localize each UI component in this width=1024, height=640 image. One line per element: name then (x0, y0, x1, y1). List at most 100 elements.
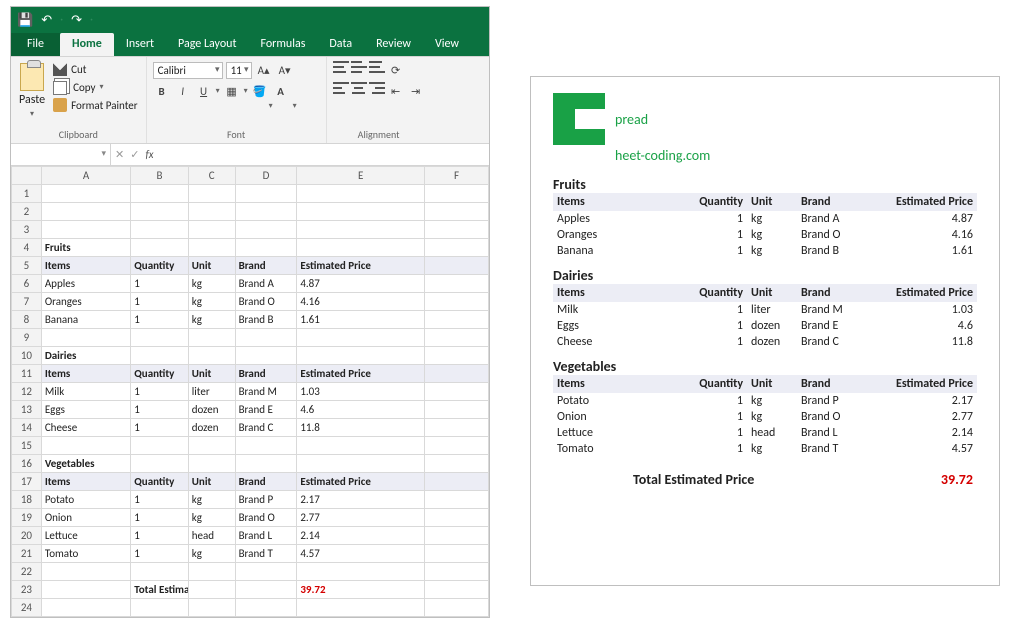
cell[interactable] (425, 509, 489, 527)
cell[interactable]: Estimated Price (297, 257, 425, 275)
row-header[interactable]: 4 (12, 239, 42, 257)
row-header[interactable]: 22 (12, 563, 42, 581)
cell[interactable]: Apples (41, 275, 130, 293)
cell[interactable] (131, 239, 188, 257)
cell[interactable]: Fruits (41, 239, 130, 257)
cell[interactable] (425, 491, 489, 509)
row-header[interactable]: 24 (12, 599, 42, 617)
cell[interactable] (425, 563, 489, 581)
cell[interactable]: 1 (131, 383, 188, 401)
cut-button[interactable]: Cut (51, 61, 139, 77)
cell[interactable] (235, 239, 297, 257)
cell[interactable] (188, 437, 235, 455)
row-header[interactable]: 11 (12, 365, 42, 383)
row-header[interactable]: 20 (12, 527, 42, 545)
cell[interactable]: Brand (235, 365, 297, 383)
cell[interactable] (131, 347, 188, 365)
cell[interactable]: Brand L (235, 527, 297, 545)
cell[interactable] (131, 563, 188, 581)
cell[interactable]: 1 (131, 509, 188, 527)
fx-icon[interactable]: fx (145, 148, 153, 161)
cell[interactable]: 1 (131, 401, 188, 419)
bold-button[interactable]: B (153, 82, 171, 100)
cell[interactable]: Unit (188, 257, 235, 275)
cell[interactable]: 2.14 (297, 527, 425, 545)
row-header[interactable]: 1 (12, 185, 42, 203)
cell[interactable]: Items (41, 365, 130, 383)
row-header[interactable]: 18 (12, 491, 42, 509)
cell[interactable] (188, 455, 235, 473)
cell[interactable]: Brand (235, 257, 297, 275)
cell[interactable]: kg (188, 311, 235, 329)
cell[interactable] (425, 257, 489, 275)
cell[interactable] (41, 329, 130, 347)
cell[interactable] (188, 185, 235, 203)
cell[interactable] (297, 455, 425, 473)
cell[interactable]: kg (188, 275, 235, 293)
cell[interactable]: Items (41, 473, 130, 491)
cell[interactable] (425, 437, 489, 455)
font-color-button[interactable]: A (272, 82, 290, 100)
cell[interactable] (425, 329, 489, 347)
tab-formulas[interactable]: Formulas (248, 33, 317, 56)
cell[interactable]: 2.77 (297, 509, 425, 527)
align-middle-button[interactable] (351, 61, 367, 73)
cell[interactable] (425, 527, 489, 545)
cell[interactable]: Brand P (235, 491, 297, 509)
cell[interactable] (425, 545, 489, 563)
row-header[interactable]: 6 (12, 275, 42, 293)
cell[interactable]: Brand E (235, 401, 297, 419)
cell[interactable] (425, 419, 489, 437)
cell[interactable] (425, 455, 489, 473)
cell[interactable] (235, 563, 297, 581)
cell[interactable]: 1.61 (297, 311, 425, 329)
align-bottom-button[interactable] (369, 61, 385, 73)
cell[interactable] (131, 185, 188, 203)
cell[interactable] (425, 365, 489, 383)
cell[interactable]: dozen (188, 419, 235, 437)
cell[interactable]: Oranges (41, 293, 130, 311)
grow-font-button[interactable]: A▴ (255, 61, 273, 79)
cell[interactable] (425, 239, 489, 257)
align-right-button[interactable] (369, 82, 385, 94)
orientation-button[interactable]: ⟳ (387, 61, 405, 79)
save-icon[interactable]: 💾 (17, 13, 33, 28)
cell[interactable] (131, 329, 188, 347)
select-all-corner[interactable] (12, 167, 42, 185)
cell[interactable]: 4.87 (297, 275, 425, 293)
cell[interactable] (235, 347, 297, 365)
cell[interactable]: Quantity (131, 365, 188, 383)
cell[interactable]: 39.72 (297, 581, 425, 599)
row-header[interactable]: 9 (12, 329, 42, 347)
cell[interactable]: liter (188, 383, 235, 401)
redo-icon[interactable]: ↷ (71, 13, 82, 28)
cell[interactable]: Brand B (235, 311, 297, 329)
cell[interactable]: 4.6 (297, 401, 425, 419)
cell[interactable] (425, 401, 489, 419)
cell[interactable]: Vegetables (41, 455, 130, 473)
row-header[interactable]: 14 (12, 419, 42, 437)
cell[interactable] (188, 347, 235, 365)
cell[interactable]: kg (188, 545, 235, 563)
align-top-button[interactable] (333, 61, 349, 73)
cell[interactable]: 1 (131, 527, 188, 545)
cell[interactable] (425, 293, 489, 311)
cell[interactable]: 1 (131, 275, 188, 293)
cell[interactable]: kg (188, 293, 235, 311)
cell[interactable]: 1 (131, 419, 188, 437)
cell[interactable]: Onion (41, 509, 130, 527)
cell[interactable]: Brand M (235, 383, 297, 401)
row-header[interactable]: 21 (12, 545, 42, 563)
cell[interactable]: Estimated Price (297, 365, 425, 383)
increase-indent-button[interactable]: ⇥ (407, 82, 425, 100)
tab-page-layout[interactable]: Page Layout (166, 33, 248, 56)
cell[interactable] (188, 599, 235, 617)
cell[interactable] (131, 203, 188, 221)
cell[interactable] (235, 599, 297, 617)
row-header[interactable]: 12 (12, 383, 42, 401)
cell[interactable] (41, 563, 130, 581)
cell[interactable]: Items (41, 257, 130, 275)
col-header[interactable]: F (425, 167, 489, 185)
cell[interactable] (131, 437, 188, 455)
cell[interactable]: kg (188, 491, 235, 509)
